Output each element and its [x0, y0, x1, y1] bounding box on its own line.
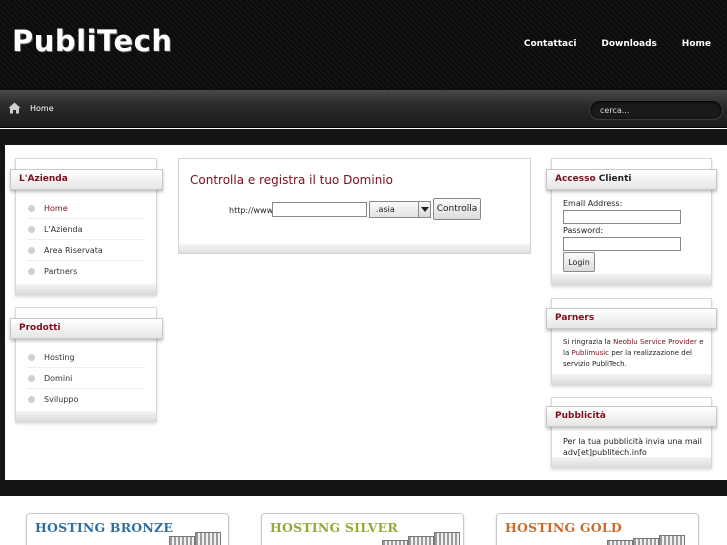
azienda-title: L'Azienda: [10, 169, 163, 190]
box-footer: [16, 411, 156, 421]
box-footer: [552, 457, 711, 467]
email-field[interactable]: [563, 210, 681, 224]
nav-downloads[interactable]: Downloads: [601, 39, 657, 49]
server-rack: [434, 532, 460, 545]
accesso-title-part2: Clienti: [598, 174, 632, 184]
email-label: Email Address:: [563, 199, 623, 208]
server-rack: [408, 536, 434, 545]
menu-item-hosting[interactable]: Hosting: [28, 347, 146, 368]
prodotti-menu: Hosting Domini Sviluppo: [28, 347, 146, 410]
server-rack: [195, 532, 221, 545]
domain-check-box: Controlla e registra il tuo Dominio http…: [178, 158, 531, 254]
parners-title: Parners: [546, 308, 717, 329]
box-footer: [552, 374, 711, 384]
menu-item-azienda[interactable]: L'Azienda: [28, 219, 146, 240]
accesso-title-part1: Accesso: [555, 174, 596, 184]
server-rack: [607, 540, 633, 545]
azienda-menu: Home L'Azienda Area Riservata Partners: [28, 198, 146, 282]
neoblu-link[interactable]: Neoblu Service Provider: [613, 338, 697, 346]
domain-input[interactable]: [272, 202, 367, 217]
server-icon: [135, 532, 227, 545]
login-button[interactable]: Login: [563, 252, 595, 272]
accesso-title: Accesso Clienti: [546, 169, 717, 190]
bullet-icon: [28, 226, 35, 233]
server-rack: [382, 540, 408, 545]
pubblicita-line-1: Per la tua pubblicità invia una mail: [563, 437, 702, 446]
pubblicita-title: Pubblicità: [546, 406, 717, 427]
password-field[interactable]: [563, 237, 681, 251]
nav-home[interactable]: Home: [682, 39, 711, 49]
hosting-silver-card[interactable]: HOSTING SILVER: [261, 513, 464, 545]
password-label: Password:: [563, 226, 604, 235]
breadcrumb-home[interactable]: Home: [30, 104, 54, 113]
box-footer: [179, 244, 530, 253]
home-icon[interactable]: [8, 102, 21, 114]
pubblicita-line-2: adv[et]publitech.info: [563, 448, 647, 457]
top-navigation: Contattaci Downloads Home: [502, 39, 711, 49]
domain-prefix-label: http://www.: [229, 206, 275, 215]
chevron-down-icon[interactable]: [418, 202, 430, 217]
domain-check-title: Controlla e registra il tuo Dominio: [190, 173, 393, 187]
bullet-icon: [28, 268, 35, 275]
bullet-icon: [28, 396, 35, 403]
menu-item-partners[interactable]: Partners: [28, 261, 146, 282]
menu-item-area-riservata[interactable]: Area Riservata: [28, 240, 146, 261]
box-footer: [16, 284, 156, 294]
tld-select[interactable]: .asia: [369, 201, 431, 218]
breadcrumb-bar: Home: [0, 90, 727, 128]
bullet-icon: [28, 205, 35, 212]
server-icon: [605, 532, 697, 545]
check-domain-button[interactable]: Controlla: [433, 198, 481, 220]
prodotti-title: Prodotti: [10, 318, 163, 339]
site-logo[interactable]: PubliTech: [12, 24, 172, 58]
menu-item-domini[interactable]: Domini: [28, 368, 146, 389]
divider-band: [0, 480, 727, 496]
tld-selected-value: .asia: [376, 205, 395, 214]
hosting-gold-card[interactable]: HOSTING GOLD: [496, 513, 699, 545]
server-rack: [169, 536, 195, 545]
bullet-icon: [28, 247, 35, 254]
site-header: PubliTech Contattaci Downloads Home: [0, 0, 727, 90]
server-rack: [659, 535, 685, 545]
server-icon: [370, 532, 462, 545]
parners-text: Si ringrazia la Neoblu Service Provider …: [563, 337, 705, 370]
menu-item-sviluppo[interactable]: Sviluppo: [28, 389, 146, 410]
parners-text-1: Si ringrazia la: [563, 338, 611, 346]
server-rack: [633, 538, 659, 545]
bullet-icon: [28, 354, 35, 361]
pubblicita-text: Per la tua pubblicità invia una mail adv…: [563, 436, 713, 458]
publimusic-link[interactable]: Publimusic: [571, 349, 609, 357]
search-input[interactable]: [589, 100, 723, 120]
hosting-bronze-card[interactable]: HOSTING BRONZE: [26, 513, 229, 545]
nav-contattaci[interactable]: Contattaci: [524, 39, 577, 49]
bullet-icon: [28, 375, 35, 382]
box-footer: [552, 274, 711, 284]
menu-item-home[interactable]: Home: [28, 198, 146, 219]
divider-band: [0, 129, 727, 145]
